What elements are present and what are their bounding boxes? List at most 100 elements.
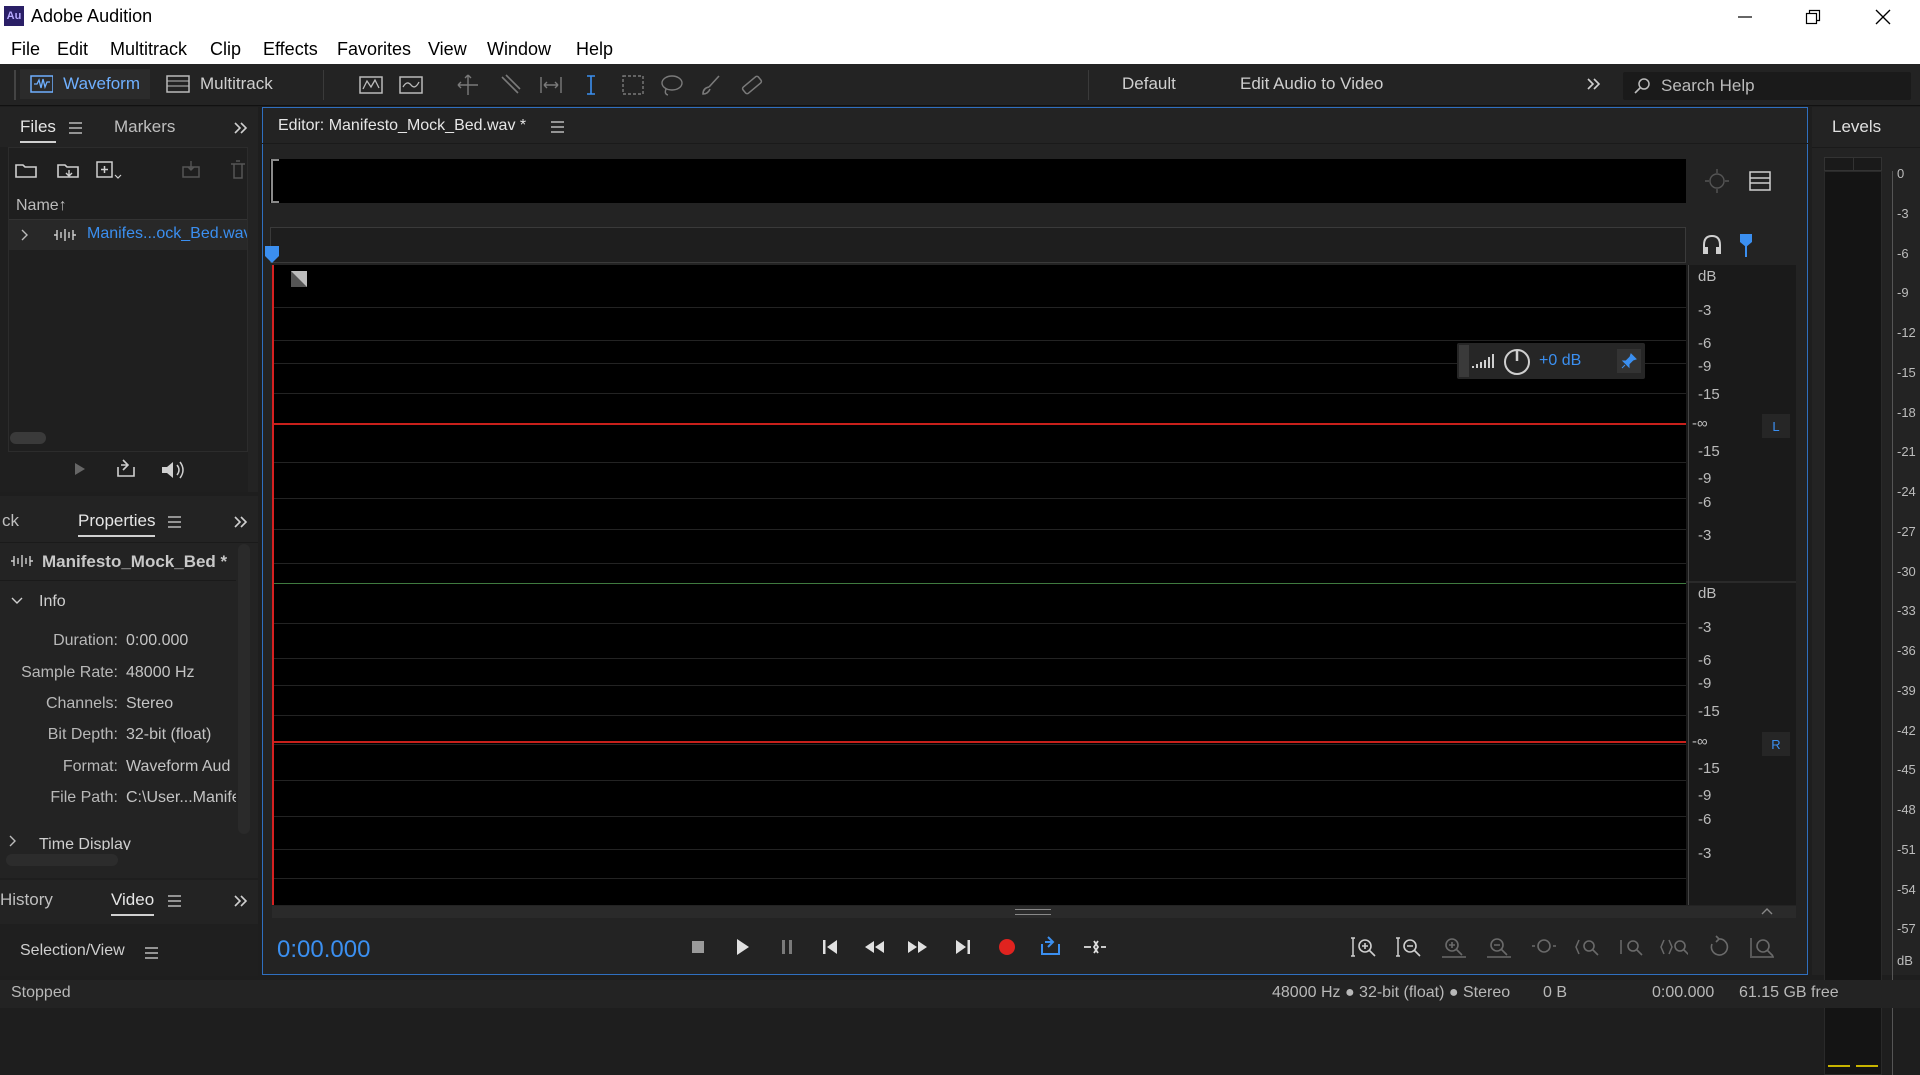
- fast-forward-icon[interactable]: [904, 935, 928, 959]
- current-time-display[interactable]: 0:00.000: [277, 936, 370, 964]
- hud-grip[interactable]: [1459, 345, 1469, 377]
- fade-in-handle-icon[interactable]: [290, 270, 308, 288]
- overview-range-handle[interactable]: [271, 159, 279, 203]
- tab-files[interactable]: Files: [20, 117, 56, 143]
- pin-marker-icon[interactable]: [1736, 231, 1756, 259]
- workspace-default[interactable]: Default: [1122, 74, 1176, 94]
- hud-pin-button[interactable]: [1617, 349, 1641, 373]
- zoom-out-point-icon[interactable]: [1618, 935, 1646, 959]
- menu-view[interactable]: View: [428, 39, 467, 60]
- level-scale-label: -45: [1897, 762, 1916, 777]
- info-section-header[interactable]: Info: [39, 593, 66, 611]
- play-icon[interactable]: [72, 461, 88, 477]
- close-icon: [1875, 9, 1891, 25]
- overview-bar[interactable]: [270, 159, 1686, 203]
- list-view-icon[interactable]: [1748, 170, 1772, 192]
- skip-selection-icon[interactable]: [1082, 935, 1106, 959]
- levels-title[interactable]: Levels: [1832, 117, 1881, 137]
- gain-knob-icon[interactable]: [1503, 348, 1531, 376]
- marquee-tool-icon[interactable]: [620, 72, 646, 98]
- timeline-ruler[interactable]: [270, 227, 1686, 263]
- move-tool-icon[interactable]: [455, 72, 481, 98]
- play-icon[interactable]: [730, 935, 754, 959]
- editor-panel-menu-icon[interactable]: [551, 121, 564, 133]
- zoom-out-amplitude-icon[interactable]: [1395, 935, 1423, 959]
- rewind-icon[interactable]: [862, 935, 886, 959]
- zoom-in-time-icon[interactable]: [1440, 935, 1468, 959]
- channel-left-toggle[interactable]: L: [1762, 414, 1790, 438]
- zoom-selection-icon[interactable]: [1660, 935, 1688, 959]
- grid-line: [272, 744, 1686, 745]
- pause-icon[interactable]: [775, 935, 799, 959]
- menu-multitrack[interactable]: Multitrack: [110, 39, 187, 60]
- double-chevron-right-icon[interactable]: [232, 513, 250, 531]
- zoom-full-icon[interactable]: [1748, 935, 1776, 959]
- restore-button[interactable]: [1778, 0, 1848, 34]
- divider: [1686, 581, 1796, 583]
- headphones-icon[interactable]: [1700, 233, 1724, 257]
- menu-favorites[interactable]: Favorites: [337, 39, 411, 60]
- chevron-down-icon[interactable]: [10, 596, 24, 606]
- spot-healing-tool-icon[interactable]: [739, 72, 765, 98]
- prop-value: Waveform Aud: [126, 758, 231, 775]
- playhead-marker-icon[interactable]: [264, 245, 280, 265]
- record-icon[interactable]: [995, 935, 1019, 959]
- slip-tool-icon[interactable]: [538, 72, 564, 98]
- tab-partial-left[interactable]: ck: [2, 511, 19, 531]
- close-button[interactable]: [1848, 0, 1918, 34]
- waveform-view-button[interactable]: Waveform: [20, 69, 150, 99]
- time-selection-tool-icon[interactable]: [578, 72, 604, 98]
- properties-panel: ck Properties Manifesto_Mock_Bed * Info …: [0, 496, 258, 878]
- zoom-out-full-icon[interactable]: [1530, 935, 1558, 959]
- tab-markers[interactable]: Markers: [114, 117, 175, 137]
- audio-file-icon: [11, 555, 33, 567]
- menu-clip[interactable]: Clip: [210, 39, 241, 60]
- zoom-to-selection-icon[interactable]: [1703, 168, 1731, 194]
- autoplay-speaker-icon[interactable]: [158, 459, 188, 481]
- workspace-edit-audio-to-video[interactable]: Edit Audio to Video: [1240, 74, 1383, 94]
- scrollbar-grip[interactable]: [1015, 909, 1051, 915]
- double-chevron-right-icon[interactable]: [232, 892, 250, 910]
- stop-icon[interactable]: [686, 935, 710, 959]
- skip-to-start-icon[interactable]: [818, 935, 842, 959]
- selection-view-menu-icon[interactable]: [145, 947, 158, 959]
- volume-hud[interactable]: +0 dB: [1457, 343, 1645, 379]
- skip-to-end-icon[interactable]: [951, 935, 975, 959]
- spectral-frequency-icon[interactable]: [358, 72, 384, 98]
- tab-properties[interactable]: Properties: [78, 511, 156, 537]
- menu-edit[interactable]: Edit: [57, 39, 88, 60]
- toolbar-divider: [1088, 70, 1089, 100]
- zoom-reset-icon[interactable]: [1705, 935, 1733, 959]
- hud-gain-value[interactable]: +0 dB: [1539, 352, 1581, 370]
- tab-video[interactable]: Video: [111, 890, 155, 916]
- double-chevron-right-icon[interactable]: [232, 119, 250, 137]
- menu-effects[interactable]: Effects: [263, 39, 318, 60]
- brush-tool-icon[interactable]: [698, 72, 724, 98]
- editor-tab-title[interactable]: Editor: Manifesto_Mock_Bed.wav *: [278, 117, 526, 135]
- time-display-section[interactable]: Time Display: [0, 826, 236, 850]
- video-panel-menu-icon[interactable]: [168, 895, 181, 907]
- search-help-input[interactable]: Search Help: [1623, 72, 1911, 100]
- files-panel-menu-icon[interactable]: [69, 122, 82, 134]
- spectral-pitch-icon[interactable]: [398, 72, 424, 98]
- zoom-in-point-icon[interactable]: [1574, 935, 1602, 959]
- channel-right-toggle[interactable]: R: [1762, 732, 1790, 756]
- properties-panel-menu-icon[interactable]: [168, 516, 181, 528]
- zoom-in-amplitude-icon[interactable]: [1350, 935, 1378, 959]
- razor-tool-icon[interactable]: [497, 72, 523, 98]
- loop-icon[interactable]: [1038, 935, 1062, 959]
- menu-help[interactable]: Help: [576, 39, 613, 60]
- multitrack-view-button[interactable]: Multitrack: [156, 69, 286, 99]
- selection-view-workspace[interactable]: Selection/View: [20, 942, 125, 960]
- zoom-out-time-icon[interactable]: [1485, 935, 1513, 959]
- minimize-button[interactable]: [1710, 0, 1780, 34]
- chevron-up-icon[interactable]: [1760, 906, 1774, 916]
- loop-playback-icon[interactable]: [115, 459, 137, 479]
- lasso-tool-icon[interactable]: [659, 72, 685, 98]
- vertical-scrollbar[interactable]: [238, 544, 250, 834]
- tab-history[interactable]: History: [0, 890, 54, 910]
- menu-file[interactable]: File: [11, 39, 40, 60]
- horizontal-scrollbar[interactable]: [6, 854, 118, 866]
- menu-window[interactable]: Window: [487, 39, 551, 60]
- more-workspaces-button[interactable]: [1584, 74, 1604, 94]
